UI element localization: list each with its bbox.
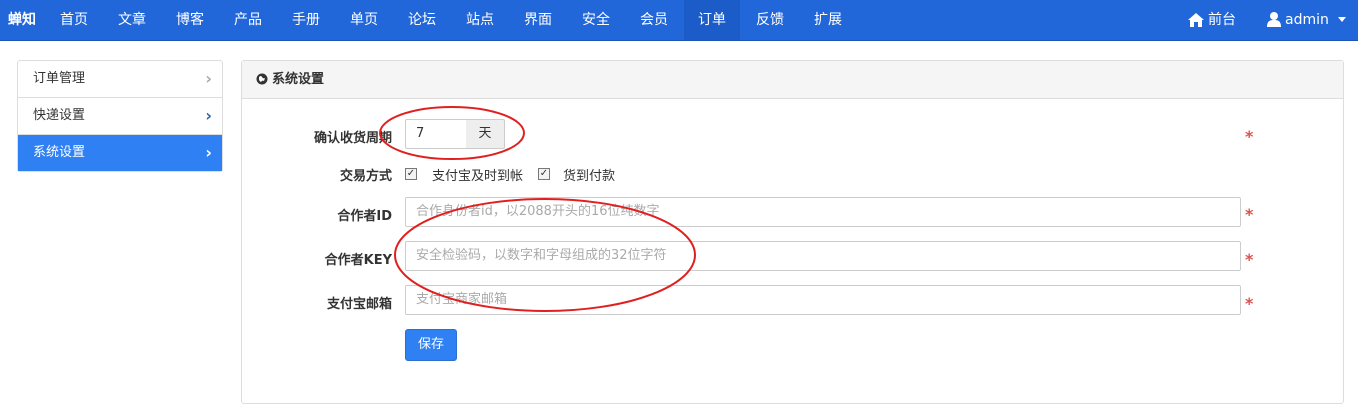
- required-mark: *: [1245, 294, 1254, 313]
- required-mark: *: [1245, 250, 1254, 269]
- trade-mode-label: 交易方式: [339, 169, 392, 184]
- alipay-email-input[interactable]: 支付宝商家邮箱: [405, 285, 1241, 315]
- nav-item-forum[interactable]: 论坛: [398, 0, 446, 40]
- alipay-instant-checkbox[interactable]: ✓: [405, 168, 417, 180]
- frontend-link[interactable]: 前台: [1188, 0, 1236, 40]
- home-icon: [1188, 13, 1204, 27]
- days-unit-addon: 天: [466, 119, 505, 149]
- nav-item-home[interactable]: 首页: [50, 0, 98, 40]
- sidebar-item-label: 订单管理: [33, 71, 86, 86]
- cash-on-delivery-label: 货到付款: [563, 169, 616, 184]
- alipay-email-label: 支付宝邮箱: [326, 297, 392, 312]
- partner-key-label: 合作者KEY: [324, 253, 392, 268]
- nav-item-ui[interactable]: 界面: [514, 0, 562, 40]
- nav-item-orders[interactable]: 订单: [684, 0, 740, 40]
- nav-item-security[interactable]: 安全: [572, 0, 620, 40]
- confirm-period-label: 确认收货周期: [313, 131, 392, 146]
- chevron-right-icon: ›: [205, 69, 212, 88]
- partner-key-input[interactable]: 安全检验码，以数字和字母组成的32位字符: [405, 241, 1241, 271]
- user-icon: [1267, 12, 1281, 27]
- alipay-instant-label: 支付宝及时到帐: [432, 169, 524, 184]
- sidebar-item-label: 系统设置: [33, 145, 86, 160]
- user-menu[interactable]: admin: [1267, 0, 1351, 40]
- cash-on-delivery-checkbox[interactable]: ✓: [538, 168, 550, 180]
- nav-item-feedback[interactable]: 反馈: [746, 0, 794, 40]
- brand-logo[interactable]: 蝉知: [8, 0, 36, 40]
- sidebar-item-label: 快递设置: [33, 108, 86, 123]
- frontend-label: 前台: [1208, 12, 1236, 28]
- partner-id-label: 合作者ID: [337, 209, 392, 224]
- caret-down-icon: [1338, 17, 1347, 22]
- nav-item-extensions[interactable]: 扩展: [804, 0, 852, 40]
- required-mark: *: [1245, 127, 1254, 146]
- user-name: admin: [1285, 12, 1329, 28]
- nav-item-products[interactable]: 产品: [224, 0, 272, 40]
- nav-item-page[interactable]: 单页: [340, 0, 388, 40]
- nav-item-articles[interactable]: 文章: [108, 0, 156, 40]
- sidebar-menu: 订单管理 › 快递设置 › 系统设置 ›: [17, 60, 223, 172]
- required-mark: *: [1245, 205, 1254, 224]
- partner-id-input[interactable]: 合作身份者id，以2088开头的16位纯数字: [405, 197, 1241, 227]
- panel-title: 系统设置: [272, 72, 325, 87]
- globe-icon: [256, 73, 268, 85]
- save-button[interactable]: 保存: [405, 329, 457, 361]
- nav-item-site[interactable]: 站点: [456, 0, 504, 40]
- nav-item-members[interactable]: 会员: [630, 0, 678, 40]
- nav-item-blog[interactable]: 博客: [166, 0, 214, 40]
- sidebar-item-order-management[interactable]: 订单管理 ›: [18, 61, 222, 98]
- top-navbar: 蝉知 首页 文章 博客 产品 手册 单页 论坛 站点 界面 安全 会员 订单 反…: [0, 0, 1358, 41]
- confirm-period-input[interactable]: 7: [405, 119, 467, 149]
- nav-item-manual[interactable]: 手册: [282, 0, 330, 40]
- panel-header: 系统设置: [242, 61, 1343, 99]
